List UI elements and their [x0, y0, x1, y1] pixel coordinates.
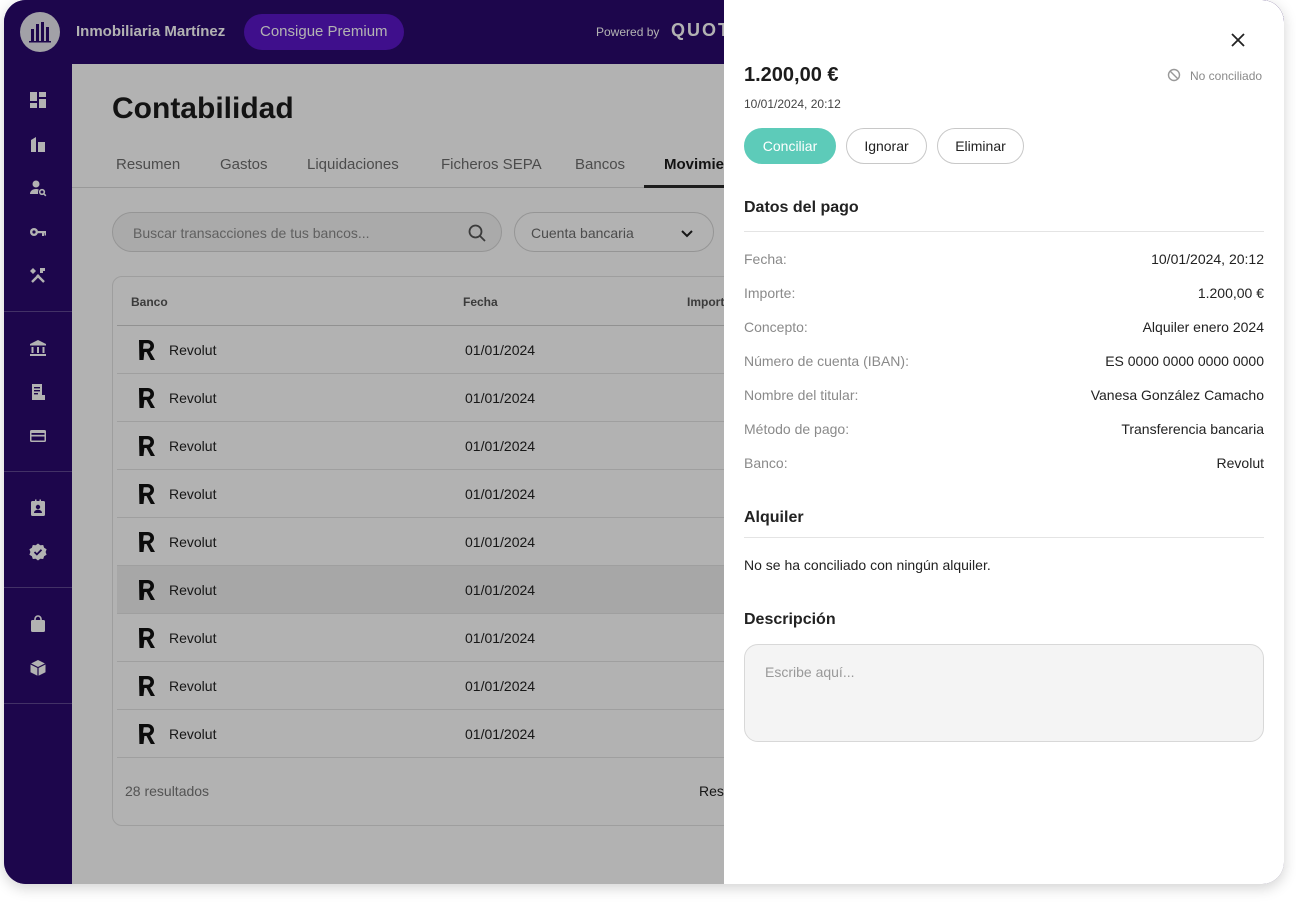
status-badge: No conciliado	[1190, 69, 1263, 83]
transaction-detail-panel: 1.200,00 € 10/01/2024, 20:12 No concilia…	[724, 0, 1284, 884]
field-label-iban: Número de cuenta (IBAN):	[744, 353, 909, 369]
field-value-payment-method: Transferencia bancaria	[1121, 421, 1264, 437]
rental-section-title: Alquiler	[744, 509, 804, 526]
field-label-concept: Concepto:	[744, 319, 808, 335]
rental-section-divider	[744, 537, 1264, 538]
close-icon[interactable]	[1228, 30, 1248, 50]
payment-section-divider	[744, 231, 1264, 232]
reconcile-button[interactable]: Conciliar	[744, 128, 836, 164]
field-value-bank: Revolut	[1216, 455, 1264, 471]
field-label-payment-method: Método de pago:	[744, 421, 850, 437]
transaction-amount: 1.200,00 €	[744, 64, 839, 86]
description-placeholder: Escribe aquí...	[765, 664, 855, 680]
description-section-title: Descripción	[744, 611, 836, 628]
field-value-holder: Vanesa González Camacho	[1090, 387, 1264, 403]
field-label-amount: Importe:	[744, 285, 796, 301]
field-value-concept: Alquiler enero 2024	[1142, 319, 1264, 335]
transaction-datetime: 10/01/2024, 20:12	[744, 97, 841, 111]
field-value-iban: ES 0000 0000 0000 0000	[1105, 353, 1264, 369]
description-textarea[interactable]: Escribe aquí...	[744, 644, 1264, 742]
rental-note: No se ha conciliado con ningún alquiler.	[744, 557, 991, 573]
not-reconciled-icon	[1167, 68, 1181, 82]
field-label-date: Fecha:	[744, 251, 787, 267]
field-label-bank: Banco:	[744, 455, 788, 471]
field-value-date: 10/01/2024, 20:12	[1151, 251, 1264, 267]
app-window: Inmobiliaria Martínez Consigue Premium P…	[4, 0, 1284, 884]
delete-button[interactable]: Eliminar	[937, 128, 1024, 164]
payment-section-title: Datos del pago	[744, 199, 859, 216]
ignore-button[interactable]: Ignorar	[846, 128, 927, 164]
field-value-amount: 1.200,00 €	[1197, 285, 1264, 301]
field-label-holder: Nombre del titular:	[744, 387, 859, 403]
